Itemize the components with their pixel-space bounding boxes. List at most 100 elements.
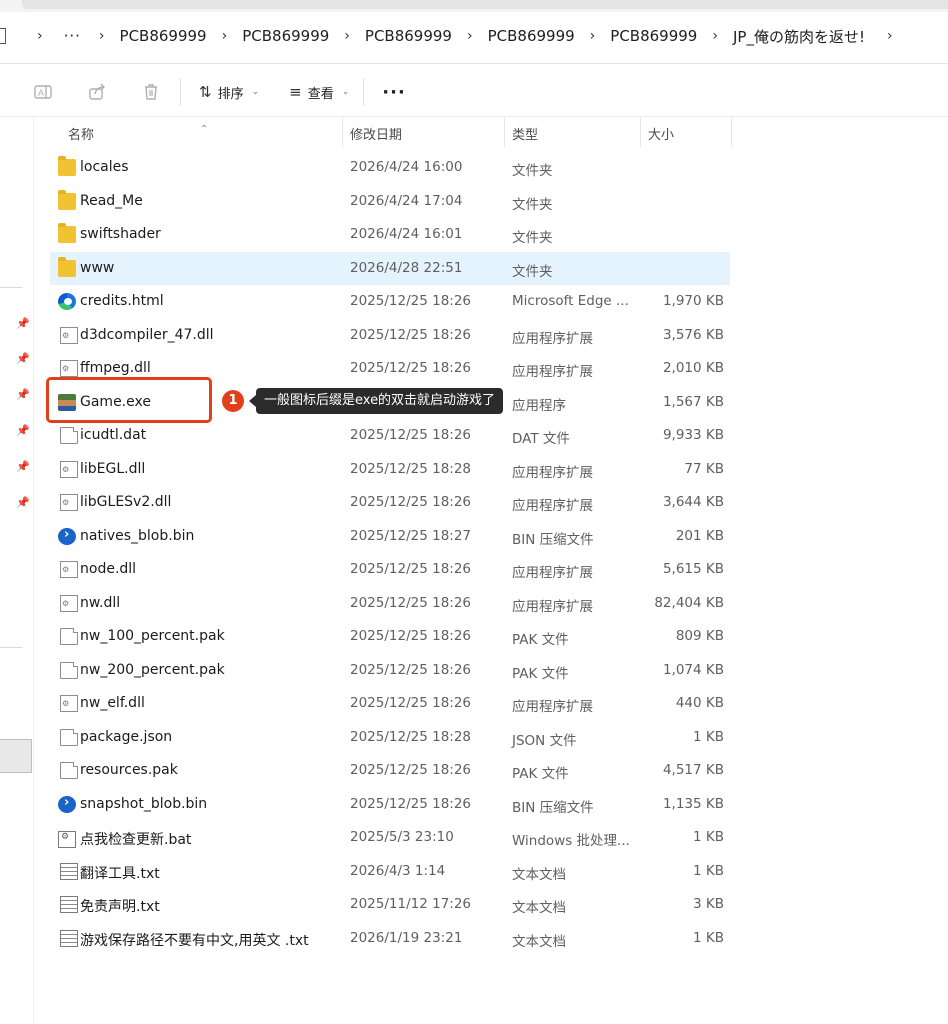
file-size: 9,933 KB <box>662 427 724 443</box>
column-header-size[interactable]: 大小 <box>648 124 674 143</box>
file-row[interactable]: nw_elf.dll 2025/12/25 18:26 应用程序扩展 440 KB <box>50 687 730 721</box>
breadcrumb-item[interactable]: PCB869999 <box>488 27 575 45</box>
file-row[interactable]: icudtl.dat 2025/12/25 18:26 DAT 文件 9,933 KB <box>50 419 730 453</box>
file-size: 1,970 KB <box>662 293 724 309</box>
file-modified-date: 2026/4/24 17:04 <box>350 192 463 209</box>
breadcrumb-current[interactable]: JP_俺の筋肉を返せ! <box>733 26 865 47</box>
file-row[interactable]: swiftshader 2026/4/24 16:01 文件夹 <box>50 218 730 252</box>
chevron-right-icon[interactable]: › <box>590 28 596 44</box>
column-header-type[interactable]: 类型 <box>512 124 538 143</box>
file-row[interactable]: natives_blob.bin 2025/12/25 18:27 BIN 压缩文件… <box>50 520 730 554</box>
file-row[interactable]: Read_Me 2026/4/24 17:04 文件夹 <box>50 185 730 219</box>
file-row[interactable]: libEGL.dll 2025/12/25 18:28 应用程序扩展 77 KB <box>50 453 730 487</box>
file-type: 应用程序扩展 <box>512 464 593 481</box>
dll-file-icon <box>60 494 78 511</box>
file-name: nw_elf.dll <box>80 695 145 711</box>
file-modified-date: 2026/4/24 16:01 <box>350 226 463 242</box>
file-icon <box>60 661 78 679</box>
file-modified-date: 2025/12/25 18:26 <box>350 594 472 611</box>
file-name: package.json <box>80 728 173 745</box>
chevron-right-icon[interactable]: › <box>467 28 473 44</box>
file-row[interactable]: snapshot_blob.bin 2025/12/25 18:26 BIN 压缩文… <box>50 788 730 822</box>
chevron-right-icon: › <box>37 28 43 44</box>
pin-icon[interactable]: 📌 <box>16 496 30 509</box>
file-row[interactable]: node.dll 2025/12/25 18:26 应用程序扩展 5,615 KB <box>50 553 730 587</box>
file-name: d3dcompiler_47.dll <box>80 326 214 343</box>
pin-icon[interactable]: 📌 <box>16 460 30 473</box>
toolbar-divider <box>363 78 365 106</box>
file-size: 2,010 KB <box>662 360 724 376</box>
more-options-button[interactable]: ··· <box>382 82 406 103</box>
file-row[interactable]: 翻译工具.txt 2026/4/3 1:14 文本文档 1 KB <box>50 855 730 889</box>
file-row[interactable]: 点我检查更新.bat 2025/5/3 23:10 Windows 批处理... 1 … <box>50 821 730 855</box>
file-row[interactable]: 游戏保存路径不要有中文,用英文 .txt 2026/1/19 23:21 文本文档 1… <box>50 922 730 956</box>
pin-icon[interactable]: 📌 <box>16 388 30 401</box>
column-divider[interactable] <box>504 117 505 147</box>
dll-file-icon <box>60 594 78 612</box>
command-bar: A ⇅ 排序 ⌄ ≡ 查看 ⌄ ··· <box>0 70 948 114</box>
file-size: 440 KB <box>675 695 724 711</box>
file-type: 应用程序扩展 <box>512 498 593 514</box>
pin-icon[interactable]: 📌 <box>16 352 30 365</box>
file-type: 应用程序扩展 <box>512 699 593 715</box>
divider <box>0 63 948 64</box>
file-type: 应用程序扩展 <box>512 598 593 615</box>
file-type: BIN 压缩文件 <box>512 531 594 548</box>
chevron-right-icon[interactable]: › <box>887 28 893 44</box>
pin-icon[interactable]: 📌 <box>16 317 30 330</box>
file-name: snapshot_blob.bin <box>80 795 208 812</box>
dll-file-icon <box>60 561 78 578</box>
folder-icon <box>58 156 76 176</box>
column-divider[interactable] <box>342 117 343 147</box>
file-row[interactable]: d3dcompiler_47.dll 2025/12/25 18:26 应用程序扩展… <box>50 319 730 353</box>
view-list-icon: ≡ <box>289 83 302 101</box>
file-row[interactable]: www 2026/4/28 22:51 文件夹 <box>50 251 730 285</box>
file-row[interactable]: package.json 2025/12/25 18:28 JSON 文件 1 KB <box>50 721 730 755</box>
file-type: 应用程序扩展 <box>512 364 593 380</box>
file-type: 应用程序扩展 <box>512 330 593 347</box>
file-modified-date: 2025/12/25 18:26 <box>350 795 472 812</box>
view-button[interactable]: ≡ 查看 ⌄ <box>289 83 349 102</box>
breadcrumb-overflow[interactable]: ··· <box>64 27 81 45</box>
file-row[interactable]: 免责声明.txt 2025/11/12 17:26 文本文档 3 KB <box>50 888 730 922</box>
file-row[interactable]: credits.html 2025/12/25 18:26 Microsoft Ed… <box>50 285 730 319</box>
file-name: natives_blob.bin <box>80 527 195 544</box>
breadcrumb-item[interactable]: PCB869999 <box>610 27 697 45</box>
file-row[interactable]: nw.dll 2025/12/25 18:26 应用程序扩展 82,404 KB <box>50 587 730 621</box>
chevron-right-icon[interactable]: › <box>222 28 228 44</box>
column-header-name[interactable]: 名称 <box>68 124 94 143</box>
sort-button[interactable]: ⇅ 排序 ⌄ <box>199 83 259 102</box>
address-bar[interactable]: › ··· › PCB869999 › PCB869999 › PCB86999… <box>0 14 948 58</box>
file-modified-date: 2025/12/25 18:28 <box>350 460 472 477</box>
file-row[interactable]: locales 2026/4/24 16:00 文件夹 <box>50 151 730 185</box>
file-type: Microsoft Edge ... <box>512 293 629 309</box>
rename-icon[interactable]: A <box>32 81 54 103</box>
breadcrumb-item[interactable]: PCB869999 <box>120 27 207 45</box>
file-modified-date: 2025/5/3 23:10 <box>350 829 454 845</box>
file-row[interactable]: libGLESv2.dll 2025/12/25 18:26 应用程序扩展 3,644… <box>50 486 730 520</box>
column-header-date[interactable]: 修改日期 <box>350 124 402 143</box>
file-row[interactable]: nw_200_percent.pak 2025/12/25 18:26 PAK 文件… <box>50 654 730 688</box>
breadcrumb-item[interactable]: PCB869999 <box>242 27 329 45</box>
file-row[interactable]: nw_100_percent.pak 2025/12/25 18:26 PAK 文件… <box>50 620 730 654</box>
pin-icon[interactable]: 📌 <box>16 424 30 437</box>
column-divider[interactable] <box>640 117 641 147</box>
folder-icon <box>58 256 76 277</box>
share-icon[interactable] <box>86 81 108 103</box>
column-divider[interactable] <box>731 117 732 147</box>
file-size: 1 KB <box>693 829 724 845</box>
folder-icon <box>58 223 76 243</box>
chevron-right-icon[interactable]: › <box>344 28 350 44</box>
file-type: PAK 文件 <box>512 665 569 682</box>
chevron-right-icon[interactable]: › <box>712 28 718 44</box>
file-row[interactable]: resources.pak 2025/12/25 18:26 PAK 文件 4,517… <box>50 754 730 788</box>
nav-selected-item[interactable] <box>0 739 32 773</box>
annotation-number-badge: 1 <box>222 390 244 412</box>
file-icon <box>60 728 78 746</box>
delete-icon[interactable] <box>140 81 162 103</box>
dll-file-icon <box>60 695 78 712</box>
file-modified-date: 2025/12/25 18:26 <box>350 762 472 778</box>
column-header-row: 名称 ⌃ 修改日期 类型 大小 <box>50 117 740 147</box>
folder-stub-icon <box>0 28 6 44</box>
breadcrumb-item[interactable]: PCB869999 <box>365 27 452 45</box>
